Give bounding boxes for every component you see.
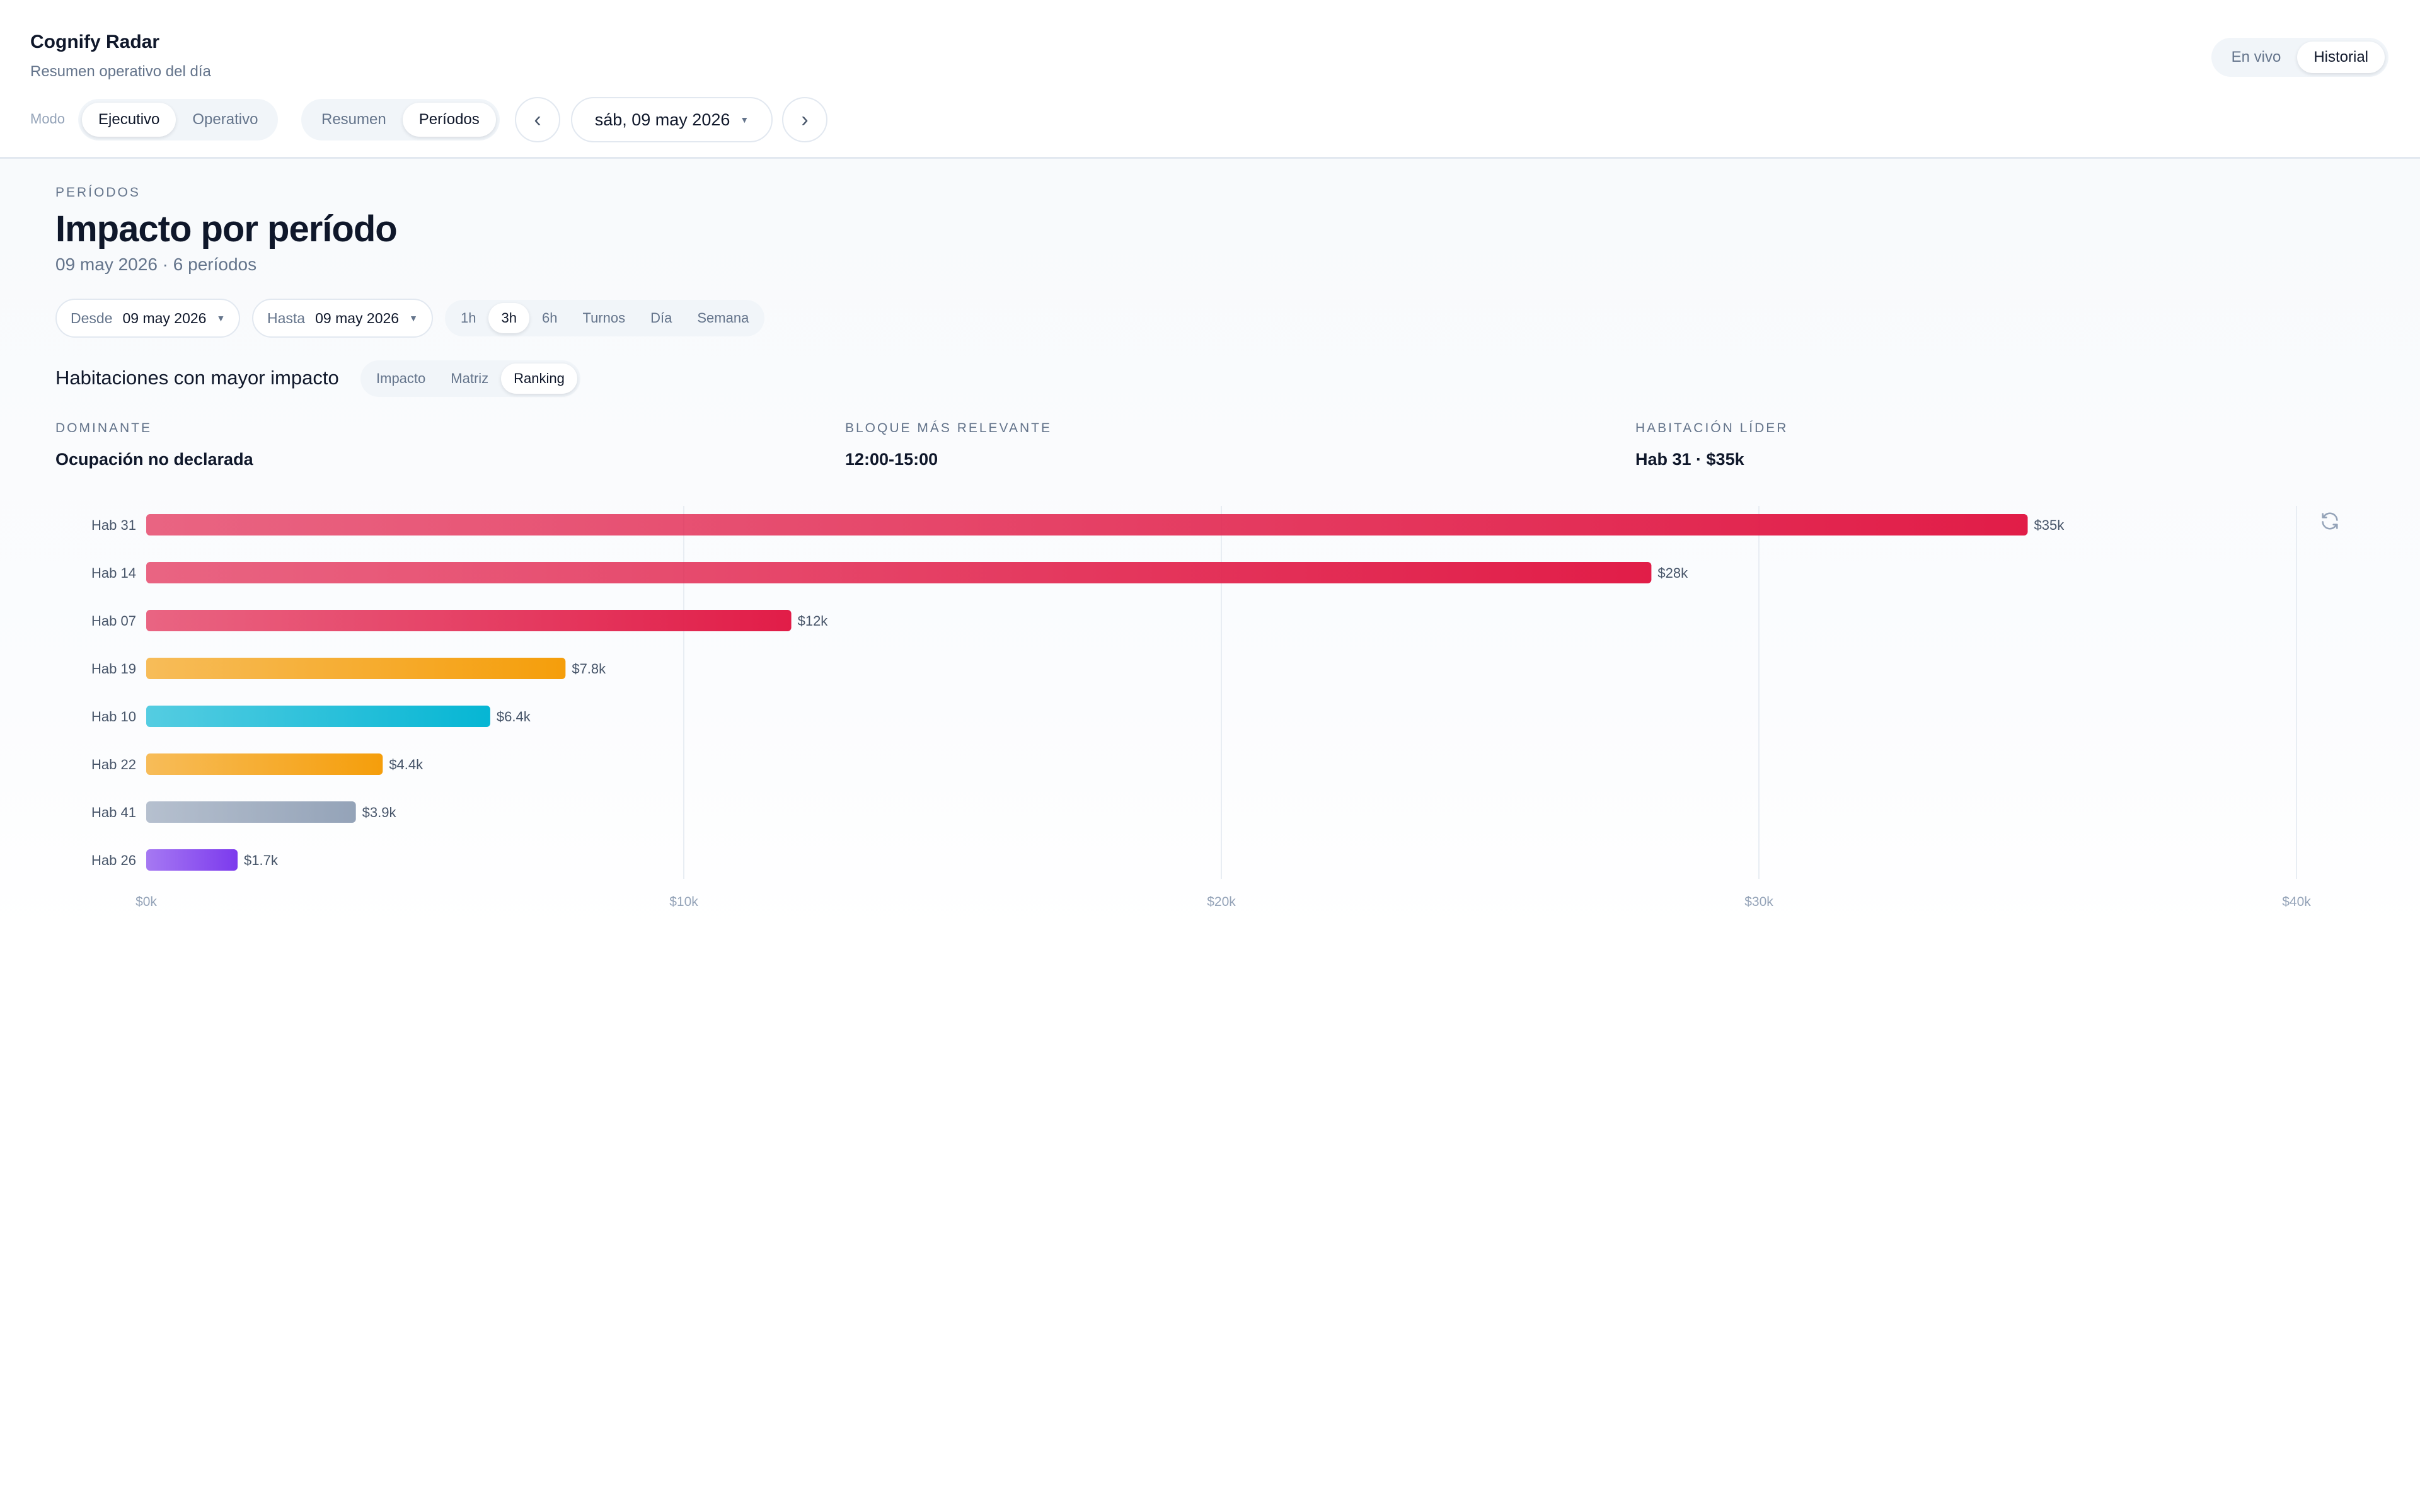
date-picker[interactable]: sáb, 09 may 2026 ▼ <box>571 97 773 142</box>
page-title: Impacto por período <box>55 209 398 249</box>
app-title: Cognify Radar <box>30 32 160 52</box>
caret-down-icon: ▼ <box>740 115 749 125</box>
granularity-3h[interactable]: 3h <box>488 303 529 333</box>
granularity-dia[interactable]: Día <box>638 303 684 333</box>
chart-mode-ranking[interactable]: Ranking <box>501 364 577 394</box>
chart-mode-matriz[interactable]: Matriz <box>438 364 501 394</box>
kpi-value: Hab 31 · $35k <box>1635 450 1744 469</box>
to-value: 09 may 2026 <box>315 309 400 326</box>
app-subtitle: Resumen operativo del día <box>30 63 211 80</box>
granularity-6h[interactable]: 6h <box>529 303 570 333</box>
refresh-icon <box>2322 512 2338 530</box>
caret-down-icon: ▼ <box>216 313 226 323</box>
section-eyebrow: PERÍODOS <box>55 185 141 200</box>
chevron-right-icon: › <box>801 107 809 132</box>
live-history-switch: En vivo Historial <box>2211 38 2388 77</box>
kpi-value: 12:00-15:00 <box>845 450 938 469</box>
view-periodos-tab[interactable]: Períodos <box>402 103 496 137</box>
granularity-semana[interactable]: Semana <box>684 303 761 333</box>
periods-panel: PERÍODOS Impacto por período 09 may 2026… <box>0 159 2420 934</box>
next-day-button[interactable]: › <box>782 97 827 142</box>
kpi-label: HABITACIÓN LÍDER <box>1635 421 1789 435</box>
mode-operativo-button[interactable]: Operativo <box>176 103 274 137</box>
section-title: Habitaciones con mayor impacto <box>55 367 339 389</box>
kpi-label: DOMINANTE <box>55 421 152 435</box>
to-date-picker[interactable]: Hasta 09 may 2026 ▼ <box>252 299 433 338</box>
mode-label: Modo <box>30 111 66 127</box>
kpi-bloque: BLOQUE MÁS RELEVANTE 12:00-15:00 <box>845 421 1052 469</box>
granularity-switch: 1h 3h 6h Turnos Día Semana <box>445 300 765 336</box>
view-switch: Resumen Períodos <box>301 99 500 140</box>
kpi-dominante: DOMINANTE Ocupación no declarada <box>55 421 253 469</box>
kpi-habitacion-lider: HABITACIÓN LÍDER Hab 31 · $35k <box>1635 421 1788 469</box>
view-resumen-tab[interactable]: Resumen <box>305 103 403 137</box>
from-value: 09 may 2026 <box>122 309 207 326</box>
from-date-picker[interactable]: Desde 09 may 2026 ▼ <box>55 299 241 338</box>
kpi-value: Ocupación no declarada <box>55 450 253 469</box>
live-button[interactable]: En vivo <box>2215 42 2298 73</box>
refresh-button[interactable] <box>2313 504 2347 538</box>
caret-down-icon: ▼ <box>409 313 418 323</box>
from-label: Desde <box>71 309 113 326</box>
history-button[interactable]: Historial <box>2297 42 2385 73</box>
chart-mode-impacto[interactable]: Impacto <box>364 364 438 394</box>
prev-day-button[interactable]: ‹ <box>515 97 560 142</box>
chevron-left-icon: ‹ <box>534 107 541 132</box>
chart-mode-switch: Impacto Matriz Ranking <box>360 360 580 397</box>
app-header: Cognify Radar Resumen operativo del día … <box>0 0 2420 159</box>
to-label: Hasta <box>267 309 306 326</box>
mode-ejecutivo-button[interactable]: Ejecutivo <box>82 103 176 137</box>
page-subtitle: 09 may 2026 · 6 períodos <box>55 255 257 274</box>
kpi-label: BLOQUE MÁS RELEVANTE <box>845 421 1052 435</box>
granularity-1h[interactable]: 1h <box>448 303 488 333</box>
date-value: sáb, 09 may 2026 <box>594 110 730 129</box>
mode-switch: Ejecutivo Operativo <box>78 99 279 140</box>
granularity-turnos[interactable]: Turnos <box>570 303 638 333</box>
